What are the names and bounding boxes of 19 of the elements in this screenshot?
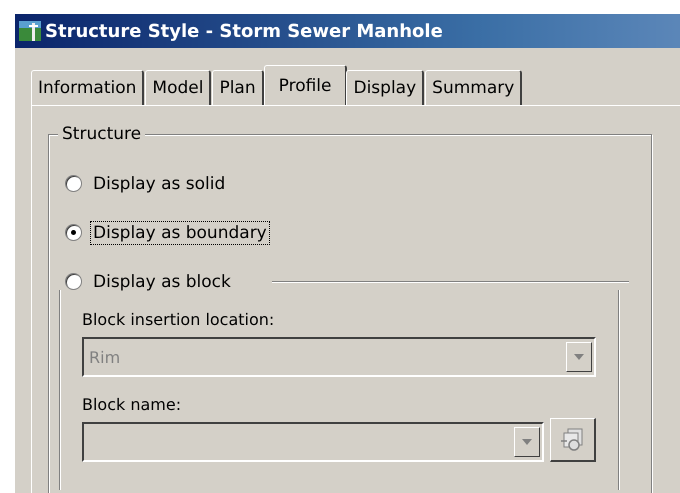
radio-label[interactable]: Display as boundary <box>90 220 270 244</box>
app-icon <box>19 21 41 41</box>
radio-button[interactable] <box>65 273 82 290</box>
tab[interactable]: Information <box>31 70 144 105</box>
browse-button[interactable] <box>550 418 596 462</box>
radio-label[interactable]: Display as solid <box>90 172 228 196</box>
tab[interactable]: Summary <box>425 70 522 105</box>
dropdown-field[interactable] <box>82 422 544 462</box>
tab[interactable]: Display <box>346 70 424 105</box>
tab[interactable]: Profile <box>264 65 348 105</box>
blocks-icon <box>560 426 586 452</box>
tab[interactable]: Model <box>145 70 212 105</box>
radio-label[interactable]: Display as block <box>90 270 234 294</box>
radio-button[interactable] <box>65 224 82 241</box>
tab[interactable]: Plan <box>212 70 264 105</box>
field-label: Block insertion location: <box>82 310 276 329</box>
field-label: Block name: <box>82 395 182 414</box>
window-title: Structure Style - Storm Sewer Manhole <box>45 20 443 42</box>
radio-button[interactable] <box>65 175 82 192</box>
